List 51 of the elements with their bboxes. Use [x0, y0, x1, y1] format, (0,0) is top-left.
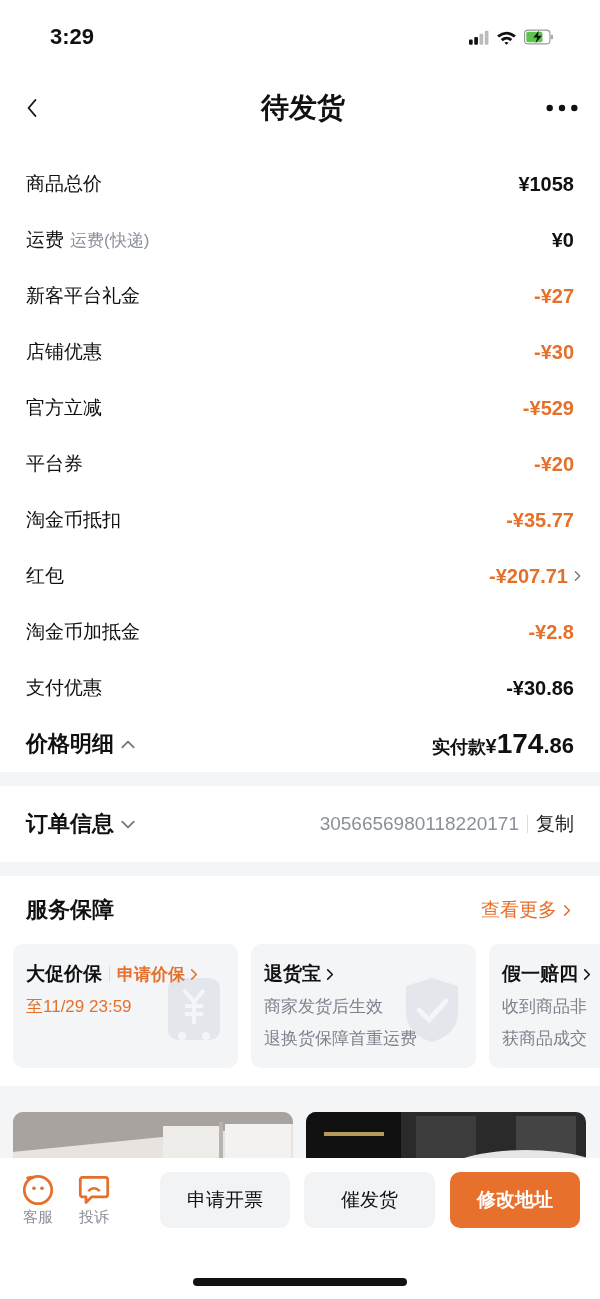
price-label: 商品总价 [26, 172, 102, 196]
service-card[interactable]: 假一赔四 收到商品非 获商品成交 [489, 944, 600, 1068]
paid-decimal: .86 [543, 733, 574, 759]
section-title: 服务保障 [26, 896, 114, 924]
status-time: 3:29 [50, 24, 95, 50]
section-title: 订单信息 [26, 810, 114, 838]
more-icon[interactable] [546, 104, 578, 112]
paid-amount: 174 [496, 728, 544, 760]
price-label: 平台券 [26, 452, 83, 476]
section-title: 价格明细 [26, 730, 114, 758]
card-title: 退货宝 [264, 962, 321, 986]
price-amount: -¥30 [533, 340, 574, 364]
card-title: 假一赔四 [502, 962, 578, 986]
card-text: 退换货保障首重运费 [264, 1028, 418, 1050]
price-label: 新客平台礼金 [26, 284, 140, 308]
price-amount: ¥0 [551, 228, 574, 252]
wifi-icon [496, 29, 517, 45]
service-card[interactable]: 大促价保 申请价保 至11/29 23:59 [13, 944, 238, 1068]
battery-icon [524, 29, 554, 45]
price-amount: ¥1058 [518, 172, 574, 196]
price-amount: -¥2.8 [528, 620, 574, 644]
smiley-icon [22, 1173, 55, 1206]
price-amount: -¥529 [522, 396, 574, 420]
price-note: 运费(快递) [70, 229, 150, 252]
price-amount: -¥207.71 [489, 564, 568, 588]
card-text: 商家发货后生效 [264, 996, 384, 1018]
card-title: 大促价保 [26, 962, 102, 986]
service-card[interactable]: 退货宝 商家发货后生效 退换货保障首重运费 [251, 944, 476, 1068]
order-number: 3056656980118220171 [319, 813, 519, 835]
price-label: 淘金币加抵金 [26, 620, 140, 644]
price-amount: -¥27 [533, 284, 574, 308]
card-text: 获商品成交 [502, 1028, 588, 1050]
page-title: 待发货 [261, 91, 345, 125]
price-amount: -¥20 [533, 452, 574, 476]
copy-link[interactable]: 复制 [536, 811, 574, 837]
price-label: 运费 [26, 228, 64, 252]
price-label: 官方立减 [26, 396, 102, 420]
price-amount: -¥30.86 [506, 676, 574, 700]
signal-icon [469, 29, 489, 45]
price-amount: -¥35.77 [506, 508, 574, 532]
price-label: 红包 [26, 564, 64, 588]
action-button[interactable]: 催发货 [304, 1172, 435, 1228]
card-text: 至11/29 23:59 [26, 996, 133, 1018]
currency-sign: ¥ [485, 735, 497, 758]
price-label: 店铺优惠 [26, 340, 102, 364]
action-button[interactable]: 申请开票 [159, 1172, 291, 1228]
card-text: 收到商品非 [502, 996, 588, 1018]
paid-label: 实付款 [431, 736, 486, 759]
chat-bubble-icon [78, 1173, 111, 1206]
price-label: 支付优惠 [26, 676, 102, 700]
price-label: 淘金币抵扣 [26, 508, 121, 532]
